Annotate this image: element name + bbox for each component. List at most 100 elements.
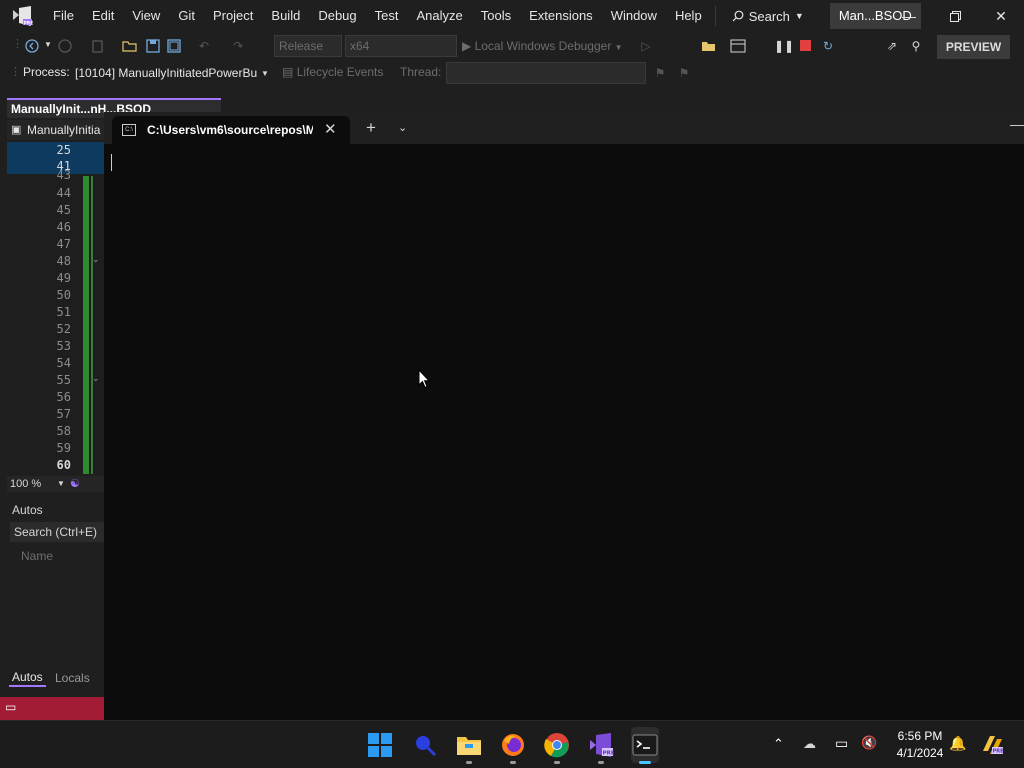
clock-time[interactable]: 6:56 PM (880, 729, 960, 743)
menu-test[interactable]: Test (366, 0, 408, 32)
stop-icon[interactable] (798, 38, 814, 54)
autos-search-input[interactable]: Search (Ctrl+E) (10, 522, 104, 542)
zoom-value: 100 % (10, 478, 42, 490)
share-icon[interactable]: ⇗ (884, 38, 900, 54)
redo-icon[interactable]: ↷ (230, 38, 246, 54)
platform-select[interactable]: x64 (345, 35, 457, 57)
mouse-pointer-icon (418, 369, 430, 389)
process-dropdown-icon[interactable]: ▼ (261, 69, 269, 78)
menu-extensions[interactable]: Extensions (520, 0, 602, 32)
debugger-dropdown-icon: ▼ (614, 43, 623, 52)
clock-date[interactable]: 4/1/2024 (880, 746, 960, 760)
code-editor[interactable]: 25 41 43 44 45 46 47 48 49 50 51 52 53 5… (7, 142, 104, 474)
configuration-select[interactable]: Release (274, 35, 342, 57)
save-all-icon[interactable] (166, 38, 182, 54)
volume-muted-icon[interactable]: 🔇 (861, 735, 877, 751)
network-icon[interactable]: ▭ (835, 735, 848, 752)
visual-studio-preview-icon[interactable]: PRE (588, 732, 615, 758)
copilot-icon[interactable]: ☯ (70, 476, 80, 492)
layout-icon[interactable] (730, 38, 746, 54)
thread-select[interactable] (446, 62, 646, 84)
column-header-name[interactable]: Name (21, 549, 53, 563)
svg-text:PRE: PRE (24, 20, 34, 26)
tab-autos[interactable]: Autos (9, 670, 46, 687)
feedback-icon[interactable]: ⚲ (908, 38, 924, 54)
copilot-taskbar-icon[interactable]: PRE (980, 733, 1004, 757)
terminal-minimize-icon[interactable]: — (1010, 116, 1024, 132)
active-indicator (639, 761, 651, 764)
undo-icon[interactable]: ↶ (196, 38, 212, 54)
menu-build[interactable]: Build (262, 0, 309, 32)
notification-icon[interactable]: ▭ (5, 700, 16, 714)
line-number: 46 (56, 220, 71, 234)
menu-file[interactable]: File (44, 0, 83, 32)
minimize-button[interactable]: — (886, 0, 932, 32)
start-debugger-button[interactable]: ▶ Local Windows Debugger ▼ (462, 36, 623, 56)
process-select[interactable]: [10104] ManuallyInitiatedPowerBu (70, 62, 272, 84)
zoom-level-select[interactable]: 100 % ▼ ☯ (7, 476, 104, 492)
collapse-icon[interactable]: ⌄ (92, 373, 100, 384)
search-taskbar-icon[interactable] (412, 732, 438, 758)
search-button[interactable]: Search ▼ (724, 9, 812, 24)
lifecycle-events-button[interactable]: ▤ Lifecycle Events (282, 65, 383, 79)
editor-navigation-bar[interactable]: ▣ ManuallyInitia (7, 120, 107, 140)
cloud-offline-icon[interactable]: ☁ (803, 736, 816, 752)
menu-debug[interactable]: Debug (309, 0, 365, 32)
close-tab-icon[interactable]: ✕ (324, 120, 337, 138)
solution-explorer-icon[interactable] (701, 38, 717, 54)
project-icon: ▣ (11, 124, 22, 136)
menu-tools[interactable]: Tools (472, 0, 520, 32)
collapse-icon[interactable]: ⌄ (92, 254, 100, 265)
line-number: 57 (56, 407, 71, 421)
line-number: 60 (56, 458, 71, 472)
text-cursor (111, 154, 112, 171)
terminal-icon[interactable] (632, 732, 658, 758)
svg-text:PRE: PRE (993, 749, 1004, 755)
menu-help[interactable]: Help (666, 0, 711, 32)
chrome-icon[interactable] (544, 732, 570, 758)
tab-locals[interactable]: Locals (55, 671, 90, 685)
restart-icon[interactable]: ↻ (820, 38, 836, 54)
terminal-window[interactable]: C:\ C:\Users\vm6\source\repos\M ✕ + ⌄ — (104, 112, 1024, 720)
pause-icon[interactable]: ❚❚ (774, 38, 794, 54)
terminal-tab[interactable]: C:\ C:\Users\vm6\source\repos\M ✕ (112, 116, 350, 144)
tab-dropdown-icon[interactable]: ⌄ (398, 121, 407, 134)
file-explorer-icon[interactable] (456, 732, 482, 758)
open-folder-icon[interactable] (122, 38, 138, 54)
notification-bell-icon[interactable]: 🔔 (949, 735, 966, 752)
close-button[interactable]: ✕ (978, 0, 1024, 32)
navigate-forward-icon[interactable] (57, 38, 73, 54)
running-indicator (554, 761, 560, 764)
menu-separator (714, 6, 716, 26)
navigate-back-icon[interactable] (24, 38, 40, 54)
process-value: [10104] ManuallyInitiatedPowerBu (75, 66, 258, 80)
menu-edit[interactable]: Edit (83, 0, 123, 32)
new-tab-icon[interactable]: + (366, 118, 376, 138)
menu-project[interactable]: Project (204, 0, 262, 32)
lifecycle-icon: ▤ (282, 65, 294, 79)
menu-view[interactable]: View (123, 0, 169, 32)
toolbar-grip-icon: ⋮ (12, 38, 23, 50)
line-number: 53 (56, 339, 71, 353)
toolbar-grip-icon: ⋮ (10, 66, 21, 78)
flag-icon[interactable]: ⚑ (652, 65, 668, 81)
preview-button[interactable]: PREVIEW (937, 35, 1010, 59)
menu-window[interactable]: Window (602, 0, 666, 32)
line-number: 52 (56, 322, 71, 336)
menu-analyze[interactable]: Analyze (407, 0, 471, 32)
back-dropdown-icon[interactable]: ▼ (44, 40, 52, 49)
visual-studio-logo-icon[interactable]: PRE (0, 0, 44, 32)
minimize-icon: — (902, 8, 916, 24)
firefox-icon[interactable] (500, 732, 526, 758)
menu-git[interactable]: Git (169, 0, 204, 32)
flag-all-icon[interactable]: ⚑ (676, 65, 692, 81)
line-number: 58 (56, 424, 71, 438)
start-without-debugging-icon[interactable]: ▷ (638, 38, 654, 54)
new-item-icon[interactable] (90, 38, 106, 54)
status-bar: ▭ (0, 697, 104, 720)
save-icon[interactable] (145, 38, 161, 54)
close-icon: ✕ (995, 7, 1007, 24)
restore-button[interactable] (932, 0, 978, 32)
show-hidden-icons-icon[interactable]: ⌃ (773, 736, 784, 752)
windows-start-icon[interactable] (367, 732, 393, 758)
